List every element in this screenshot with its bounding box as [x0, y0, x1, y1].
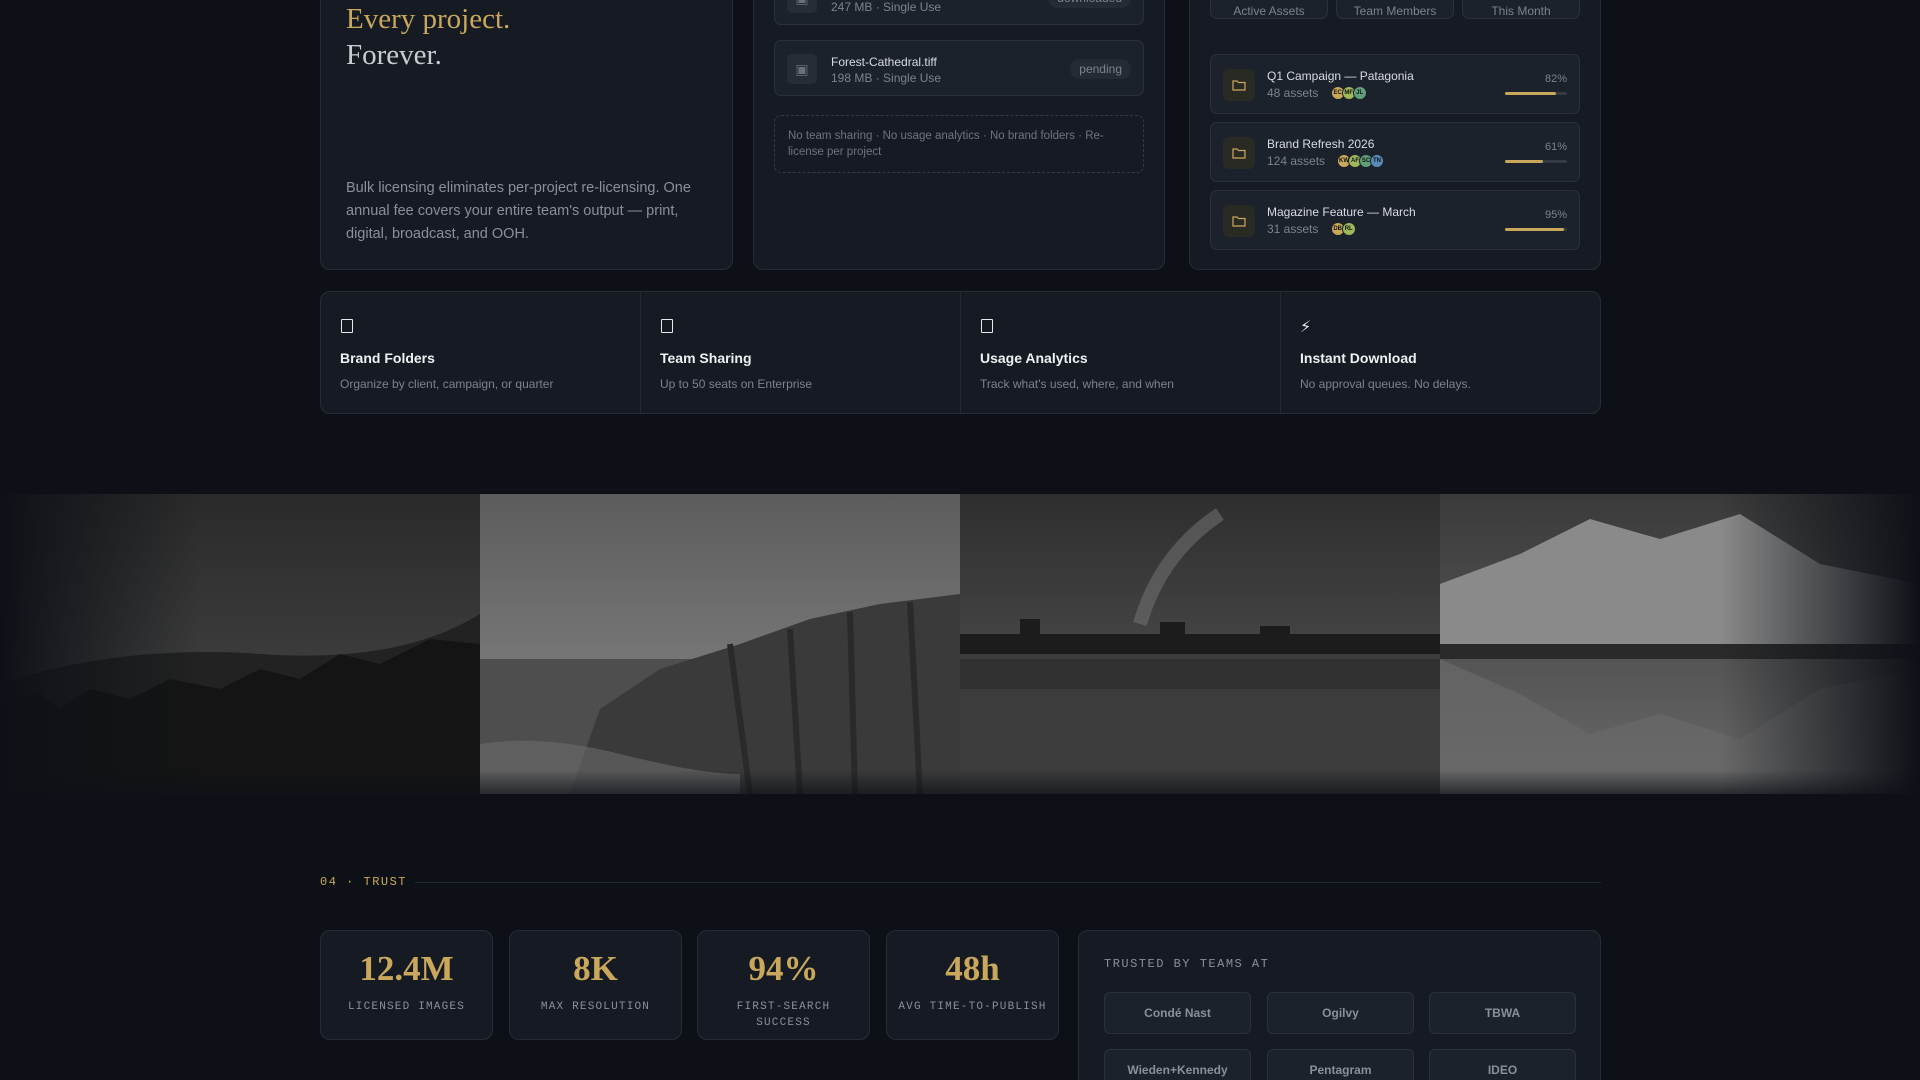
lightning-icon: ⚡	[1300, 319, 1312, 336]
metric-caption: AVG TIME-TO-PUBLISH	[898, 1001, 1047, 1013]
team-projects-card: Active Assets Team Members This Month Q1…	[1189, 0, 1601, 270]
client-logo: Ogilvy	[1267, 992, 1414, 1034]
hero-description: Bulk licensing eliminates per-project re…	[346, 180, 691, 242]
feature-description: Track what's used, where, and when	[980, 377, 1174, 391]
section-label-trust: 04 · TRUST	[320, 875, 408, 889]
trusted-title: TRUSTED BY TEAMS AT	[1104, 957, 1270, 971]
metric-value: 12.4M	[359, 949, 454, 988]
metric-caption: FIRST-SEARCH SUCCESS	[736, 1001, 831, 1029]
project-row[interactable]: Brand Refresh 2026 124 assets KW AF SC TN 61%	[1210, 122, 1580, 182]
feature-title: Usage Analytics	[980, 350, 1088, 366]
feature-title: Instant Download	[1300, 350, 1417, 366]
metric-value: 8K	[573, 949, 618, 988]
trusted-by-card: TRUSTED BY TEAMS AT Condé Nast Ogilvy TB…	[1078, 930, 1601, 1080]
feature-description: Up to 50 seats on Enterprise	[660, 377, 813, 391]
metric-licensed-images: 12.4M LICENSED IMAGES	[320, 930, 493, 1040]
feature-description: No approval queues. No delays.	[1300, 377, 1471, 391]
progress-fill	[1505, 92, 1556, 95]
feature-brand-folders: Brand Folders Organize by client, campai…	[321, 292, 641, 413]
stat-this-month: This Month	[1462, 0, 1580, 19]
project-name: Brand Refresh 2026	[1267, 137, 1375, 151]
progress-fill	[1505, 228, 1564, 231]
project-name: Q1 Campaign — Patagonia	[1267, 69, 1414, 83]
folder-icon	[1223, 69, 1255, 101]
image-icon: ▣	[787, 0, 817, 13]
strip-fade-bottom	[0, 770, 1920, 794]
chart-icon	[981, 319, 993, 333]
file-row[interactable]: ▣ 247 MB · Single Use downloaded	[774, 0, 1144, 25]
project-row[interactable]: Magazine Feature — March 31 assets DB RL 95%	[1210, 190, 1580, 250]
progress-fill	[1505, 160, 1543, 163]
project-row[interactable]: Q1 Campaign — Patagonia 48 assets EC MF JL 82…	[1210, 54, 1580, 114]
feature-usage-analytics: Usage Analytics Track what's used, where…	[961, 292, 1281, 413]
client-logo: Pentagram	[1267, 1049, 1414, 1080]
project-progress-bar	[1505, 228, 1567, 231]
project-progress-label: 61%	[1544, 141, 1567, 153]
photo-city-lake	[960, 494, 1440, 794]
project-progress-label: 95%	[1544, 209, 1567, 221]
feature-description: Organize by client, campaign, or quarter	[340, 377, 554, 391]
metric-caption: LICENSED IMAGES	[347, 1001, 466, 1013]
hero-headline-line2: Forever.	[346, 39, 442, 71]
project-asset-count: 48 assets	[1267, 86, 1319, 100]
section-divider	[415, 882, 1601, 883]
project-progress-bar	[1505, 160, 1567, 163]
metric-value: 48h	[945, 949, 1000, 988]
stat-label: Team Members	[1353, 4, 1437, 18]
project-progress-bar	[1505, 92, 1567, 95]
metric-value: 94%	[748, 949, 819, 988]
single-use-files-card: ▣ 247 MB · Single Use downloaded ▣ Fores…	[753, 0, 1165, 270]
hero-headline-line1: Every project.	[346, 3, 511, 35]
stat-active-assets: Active Assets	[1210, 0, 1328, 19]
folder-icon	[1223, 205, 1255, 237]
feature-team-sharing: Team Sharing Up to 50 seats on Enterpris…	[641, 292, 961, 413]
limitations-note: No team sharing · No usage analytics · N…	[774, 115, 1144, 173]
photo-sea-cliffs	[480, 494, 960, 794]
feature-instant-download: ⚡ Instant Download No approval queues. N…	[1281, 292, 1600, 413]
client-logo: Wieden+Kennedy	[1104, 1049, 1251, 1080]
metric-first-search-success: 94% FIRST-SEARCH SUCCESS	[697, 930, 870, 1040]
image-icon: ▣	[787, 54, 817, 84]
metric-avg-time-to-publish: 48h AVG TIME-TO-PUBLISH	[886, 930, 1059, 1040]
avatar: TN	[1370, 154, 1384, 168]
project-avatars: DB RL	[1330, 222, 1356, 236]
photo-strip	[0, 494, 1920, 794]
project-name: Magazine Feature — March	[1267, 205, 1416, 219]
file-meta: 198 MB · Single Use	[831, 71, 942, 85]
feature-title: Brand Folders	[340, 350, 435, 366]
users-icon	[661, 319, 673, 333]
file-status-badge: downloaded	[1048, 0, 1131, 8]
project-progress-label: 82%	[1544, 73, 1567, 85]
avatar: RL	[1341, 222, 1356, 236]
hero-card: Every project. Forever. Bulk licensing e…	[320, 0, 733, 270]
avatar: JL	[1352, 86, 1367, 100]
stat-team-members: Team Members	[1336, 0, 1454, 19]
file-row[interactable]: ▣ Forest-Cathedral.tiff 198 MB · Single …	[774, 40, 1144, 96]
project-asset-count: 31 assets	[1267, 222, 1319, 236]
metric-max-resolution: 8K MAX RESOLUTION	[509, 930, 682, 1040]
client-logo: IDEO	[1429, 1049, 1576, 1080]
client-logo: TBWA	[1429, 992, 1576, 1034]
stat-label: This Month	[1491, 4, 1551, 18]
folder-icon	[1223, 137, 1255, 169]
strip-fade-left	[0, 494, 200, 794]
project-asset-count: 124 assets	[1267, 154, 1326, 168]
strip-fade-right	[1720, 494, 1920, 794]
file-meta: 247 MB · Single Use	[831, 0, 942, 14]
file-name: Forest-Cathedral.tiff	[831, 55, 937, 69]
metric-caption: MAX RESOLUTION	[540, 1001, 651, 1013]
feature-title: Team Sharing	[660, 350, 752, 366]
features-row: Brand Folders Organize by client, campai…	[320, 291, 1601, 414]
project-avatars: KW AF SC TN	[1337, 154, 1384, 168]
stat-label: Active Assets	[1233, 4, 1305, 18]
project-avatars: EC MF JL	[1330, 86, 1367, 100]
client-logo: Condé Nast	[1104, 992, 1251, 1034]
file-status-badge: pending	[1070, 59, 1131, 79]
folder-icon	[341, 319, 353, 333]
